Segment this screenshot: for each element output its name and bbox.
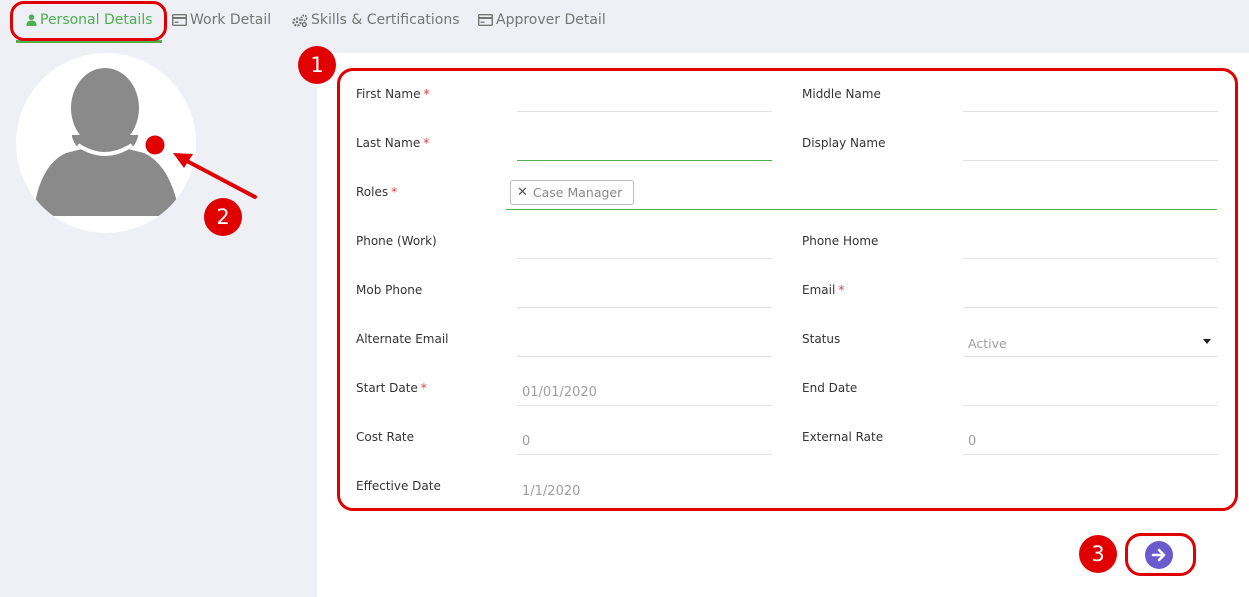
annotation-highlight-tab: [10, 1, 167, 41]
tab-label: Skills & Certifications: [311, 12, 460, 28]
annotation-number-1: 1: [298, 46, 336, 84]
card-icon: [478, 14, 493, 26]
tab-approver-detail[interactable]: Approver Detail: [478, 9, 606, 31]
card-icon: [172, 14, 187, 26]
annotation-number-3: 3: [1079, 535, 1117, 573]
tab-label: Work Detail: [190, 12, 272, 28]
annotation-highlight-next: [1125, 533, 1196, 576]
annotation-highlight-form: [337, 68, 1238, 511]
tab-skills-certifications[interactable]: Skills & Certifications: [292, 9, 460, 31]
tab-work-detail[interactable]: Work Detail: [172, 9, 271, 31]
annotation-arrow: [145, 135, 257, 199]
tab-label: Approver Detail: [496, 12, 606, 28]
tab-bar: Personal Details Work Detail Skills & Ce…: [0, 0, 1249, 44]
gears-icon: [292, 14, 308, 27]
